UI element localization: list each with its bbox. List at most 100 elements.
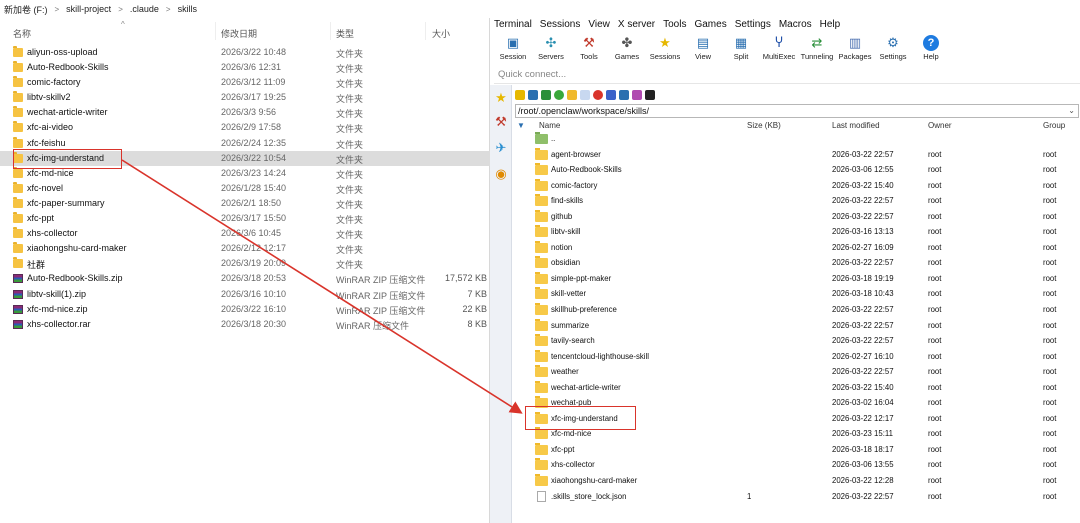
menu-item-view[interactable]: View bbox=[584, 17, 614, 33]
new-folder-icon[interactable] bbox=[567, 90, 577, 100]
explorer-row[interactable]: xhs-collector 2026/3/6 10:45 文件夹 bbox=[0, 226, 490, 241]
explorer-row[interactable]: libtv-skill(1).zip 2026/3/16 10:10 WinRAR … bbox=[0, 287, 490, 302]
column-divider[interactable] bbox=[425, 22, 426, 40]
download-icon[interactable] bbox=[528, 90, 538, 100]
toolbar-servers-button[interactable]: ✣ Servers bbox=[532, 33, 570, 65]
star-icon[interactable]: ★ bbox=[493, 89, 509, 107]
up-folder-icon[interactable] bbox=[515, 90, 525, 100]
explorer-row[interactable]: xfc-feishu 2026/2/24 12:35 文件夹 bbox=[0, 136, 490, 151]
sftp-row[interactable]: agent-browser 2026-03-22 22:57 root root bbox=[515, 147, 1079, 163]
breadcrumb-skills[interactable]: skills bbox=[176, 4, 200, 14]
sftp-row[interactable]: libtv-skill 2026-03-16 13:13 root root bbox=[515, 224, 1079, 240]
column-name[interactable]: 名称 bbox=[13, 27, 31, 40]
explorer-row[interactable]: aliyun-oss-upload 2026/3/22 10:48 文件夹 bbox=[0, 45, 490, 60]
menu-item-help[interactable]: Help bbox=[816, 17, 845, 33]
breadcrumb-skill-project[interactable]: skill-project bbox=[64, 4, 113, 14]
explorer-row[interactable]: xiaohongshu-card-maker 2026/2/12 12:17 文件夹 bbox=[0, 241, 490, 256]
properties-icon[interactable] bbox=[619, 90, 629, 100]
delete-icon[interactable] bbox=[593, 90, 603, 100]
explorer-row[interactable]: xfc-ai-video 2026/2/9 17:58 文件夹 bbox=[0, 120, 490, 135]
sftp-row[interactable]: Auto-Redbook-Skills 2026-03-06 12:55 root r… bbox=[515, 162, 1079, 178]
column-group[interactable]: Group bbox=[1043, 121, 1065, 130]
sftp-row[interactable]: skill-vetter 2026-03-18 10:43 root root bbox=[515, 286, 1079, 302]
menu-item-macros[interactable]: Macros bbox=[775, 17, 816, 33]
menu-item-settings[interactable]: Settings bbox=[731, 17, 775, 33]
explorer-row[interactable]: libtv-skillv2 2026/3/17 19:25 文件夹 bbox=[0, 90, 490, 105]
explorer-row[interactable]: xhs-collector.rar 2026/3/18 20:30 WinRAR 压… bbox=[0, 317, 490, 332]
sftp-row[interactable]: xfc-img-understand 2026-03-22 12:17 root ro… bbox=[515, 411, 1079, 427]
explorer-row[interactable]: xfc-md-nice 2026/3/23 14:24 文件夹 bbox=[0, 166, 490, 181]
chevron-down-icon[interactable]: ⌄ bbox=[1068, 105, 1075, 117]
sftp-row[interactable]: skillhub-preference 2026-03-22 22:57 root r… bbox=[515, 302, 1079, 318]
toolbar-sessions-button[interactable]: ★ Sessions bbox=[646, 33, 684, 65]
sftp-row[interactable]: .. bbox=[515, 131, 1079, 147]
column-type[interactable]: 类型 bbox=[336, 27, 354, 40]
column-divider[interactable] bbox=[215, 22, 216, 40]
terminal-icon[interactable] bbox=[645, 90, 655, 100]
sftp-row[interactable]: weather 2026-03-22 22:57 root root bbox=[515, 364, 1079, 380]
sftp-row[interactable]: tencentcloud-lighthouse-skill 2026-02-27 … bbox=[515, 349, 1079, 365]
explorer-row[interactable]: Auto-Redbook-Skills.zip 2026/3/18 20:53 Wi… bbox=[0, 271, 490, 286]
explorer-row[interactable]: 社群 2026/3/19 20:09 文件夹 bbox=[0, 256, 490, 271]
breadcrumb-drive[interactable]: 新加卷 (F:) bbox=[2, 3, 50, 16]
upload-icon[interactable] bbox=[541, 90, 551, 100]
sftp-icon[interactable]: ✈ bbox=[493, 139, 509, 157]
toolbar-split-button[interactable]: ▦ Split bbox=[722, 33, 760, 65]
sftp-row[interactable]: simple-ppt-maker 2026-03-18 19:19 root root bbox=[515, 271, 1079, 287]
new-file-icon[interactable] bbox=[580, 90, 590, 100]
toolbar-session-button[interactable]: ▣ Session bbox=[494, 33, 532, 65]
toolbar-tools-button[interactable]: ⚒ Tools bbox=[570, 33, 608, 65]
menu-item-sessions[interactable]: Sessions bbox=[536, 17, 585, 33]
toolbar-multiexec-button[interactable]: Ⴤ MultiExec bbox=[760, 33, 798, 65]
explorer-row[interactable]: xfc-img-understand 2026/3/22 10:54 文件夹 bbox=[0, 150, 490, 166]
folder-icon bbox=[535, 194, 548, 207]
rename-icon[interactable] bbox=[606, 90, 616, 100]
sftp-row[interactable]: find-skills 2026-03-22 22:57 root root bbox=[515, 193, 1079, 209]
explorer-row[interactable]: Auto-Redbook-Skills 2026/3/6 12:31 文件夹 bbox=[0, 60, 490, 75]
refresh-icon[interactable] bbox=[554, 90, 564, 100]
sftp-row[interactable]: github 2026-03-22 22:57 root root bbox=[515, 209, 1079, 225]
sftp-row[interactable]: notion 2026-02-27 16:09 root root bbox=[515, 240, 1079, 256]
remote-path-field[interactable]: /root/.openclaw/workspace/skills/ ⌄ bbox=[515, 104, 1079, 118]
sftp-row[interactable]: xhs-collector 2026-03-06 13:55 root root bbox=[515, 457, 1079, 473]
explorer-row[interactable]: xfc-md-nice.zip 2026/3/22 16:10 WinRAR ZIP… bbox=[0, 302, 490, 317]
permissions-icon[interactable] bbox=[632, 90, 642, 100]
sftp-row[interactable]: wechat-article-writer 2026-03-22 15:40 roo… bbox=[515, 380, 1079, 396]
sftp-row[interactable]: wechat-pub 2026-03-02 16:04 root root bbox=[515, 395, 1079, 411]
quick-connect-input[interactable]: Quick connect... bbox=[494, 66, 1080, 84]
toolbar-games-button[interactable]: ✤ Games bbox=[608, 33, 646, 65]
sftp-row[interactable]: xiaohongshu-card-maker 2026-03-22 12:28 ro… bbox=[515, 473, 1079, 489]
column-name[interactable]: Name bbox=[539, 121, 560, 130]
sftp-row[interactable]: .skills_store_lock.json 1 2026-03-22 22:57… bbox=[515, 489, 1079, 505]
sftp-row[interactable]: obsidian 2026-03-22 22:57 root root bbox=[515, 255, 1079, 271]
explorer-row[interactable]: xfc-paper-summary 2026/2/1 18:50 文件夹 bbox=[0, 196, 490, 211]
sftp-row[interactable]: tavily-search 2026-03-22 22:57 root root bbox=[515, 333, 1079, 349]
column-divider[interactable] bbox=[330, 22, 331, 40]
toolbar-help-button[interactable]: ? Help bbox=[912, 33, 950, 65]
column-owner[interactable]: Owner bbox=[928, 121, 952, 130]
column-date[interactable]: 修改日期 bbox=[221, 27, 257, 40]
sftp-row[interactable]: summarize 2026-03-22 22:57 root root bbox=[515, 318, 1079, 334]
macros-icon[interactable]: ◉ bbox=[493, 165, 509, 183]
column-size[interactable]: Size (KB) bbox=[747, 121, 781, 130]
tools-icon[interactable]: ⚒ bbox=[493, 113, 509, 131]
toolbar-packages-button[interactable]: ▥ Packages bbox=[836, 33, 874, 65]
sftp-row[interactable]: xfc-ppt 2026-03-18 18:17 root root bbox=[515, 442, 1079, 458]
row-type: 文件夹 bbox=[336, 109, 364, 120]
menu-item-terminal[interactable]: Terminal bbox=[490, 17, 536, 33]
breadcrumb-claude[interactable]: .claude bbox=[128, 4, 161, 14]
toolbar-tunneling-button[interactable]: ⇄ Tunneling bbox=[798, 33, 836, 65]
sftp-row[interactable]: xfc-md-nice 2026-03-23 15:11 root root bbox=[515, 426, 1079, 442]
explorer-row[interactable]: xfc-ppt 2026/3/17 15:50 文件夹 bbox=[0, 211, 490, 226]
explorer-row[interactable]: xfc-novel 2026/1/28 15:40 文件夹 bbox=[0, 181, 490, 196]
column-size[interactable]: 大小 bbox=[432, 27, 450, 40]
menu-item-tools[interactable]: Tools bbox=[659, 17, 690, 33]
toolbar-settings-button[interactable]: ⚙ Settings bbox=[874, 33, 912, 65]
column-last-modified[interactable]: Last modified bbox=[832, 121, 880, 130]
sftp-row[interactable]: comic-factory 2026-03-22 15:40 root root bbox=[515, 178, 1079, 194]
toolbar-view-button[interactable]: ▤ View bbox=[684, 33, 722, 65]
explorer-row[interactable]: wechat-article-writer 2026/3/3 9:56 文件夹 bbox=[0, 105, 490, 120]
explorer-row[interactable]: comic-factory 2026/3/12 11:09 文件夹 bbox=[0, 75, 490, 90]
menu-item-x-server[interactable]: X server bbox=[614, 17, 659, 33]
menu-item-games[interactable]: Games bbox=[690, 17, 730, 33]
